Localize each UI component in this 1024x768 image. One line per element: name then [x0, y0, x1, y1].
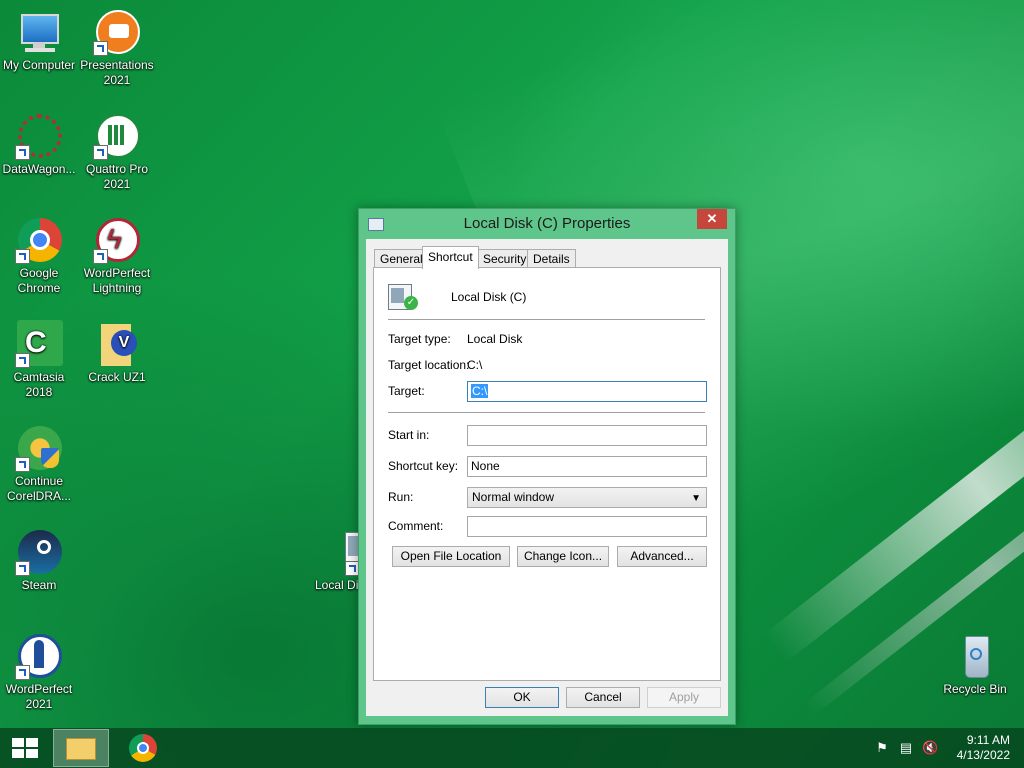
run-select-value: Normal window: [472, 490, 555, 504]
volume-muted-icon[interactable]: 🔇: [922, 740, 938, 756]
ok-button[interactable]: OK: [485, 687, 559, 708]
target-label: Target:: [388, 384, 425, 398]
target-location-value: C:\: [467, 358, 483, 372]
desktop-icon-label: Continue CorelDRA...: [6, 474, 71, 503]
target-type-value: Local Disk: [467, 332, 523, 346]
desktop-icon-my-computer[interactable]: My Computer: [0, 8, 78, 73]
divider: [388, 412, 705, 413]
comment-input[interactable]: [467, 516, 707, 537]
divider: [388, 319, 705, 320]
desktop-icon-wordperfect[interactable]: WordPerfect 2021: [0, 632, 78, 712]
tab-shortcut[interactable]: Shortcut: [422, 246, 479, 269]
clock-date: 4/13/2022: [956, 748, 1010, 762]
shortcut-tab-panel: ✓ Local Disk (C) Target type: Local Disk…: [373, 267, 721, 681]
presentations-icon: [93, 8, 141, 56]
chevron-down-icon: ▼: [691, 493, 701, 504]
coreldraw-setup-icon: [15, 424, 63, 472]
dialog-title-bar[interactable]: Local Disk (C) Properties ✕: [359, 209, 735, 239]
camtasia-icon: C: [15, 320, 63, 368]
desktop-icon-recycle-bin[interactable]: Recycle Bin: [936, 632, 1014, 697]
cancel-button[interactable]: Cancel: [566, 687, 640, 708]
dialog-title: Local Disk (C) Properties: [463, 215, 631, 232]
desktop-icon-label: WordPerfect 2021: [5, 682, 73, 711]
desktop-icon-datawagon[interactable]: DataWagon...: [0, 112, 78, 177]
shortcut-key-label: Shortcut key:: [388, 459, 459, 473]
start-in-label: Start in:: [388, 428, 430, 442]
desktop-icon-label: Presentations 2021: [80, 58, 154, 87]
taskbar: ⚑ ▤ 🔇 9:11 AM 4/13/2022: [0, 728, 1024, 768]
desktop-icon-label: DataWagon...: [2, 162, 76, 176]
datawagon-icon: [15, 112, 63, 160]
desktop-icon-camtasia[interactable]: C Camtasia 2018: [0, 320, 78, 400]
shortcut-key-input[interactable]: None: [467, 456, 707, 477]
tab-details[interactable]: Details: [527, 249, 576, 268]
quattro-pro-icon: [93, 112, 141, 160]
tab-general[interactable]: General: [374, 249, 429, 268]
system-clock[interactable]: 9:11 AM 4/13/2022: [957, 733, 1010, 763]
target-location-label: Target location:: [388, 358, 470, 372]
dialog-client-area: General Shortcut Security Details ✓ Loca…: [366, 239, 728, 716]
recycle-bin-icon: [951, 632, 999, 680]
taskbar-file-explorer[interactable]: [53, 729, 109, 767]
windows-logo-icon: [12, 738, 38, 758]
desktop-icon-label: Recycle Bin: [943, 682, 1007, 696]
desktop-icon-wordperfect-lightning[interactable]: ϟ WordPerfect Lightning: [78, 216, 156, 296]
taskbar-chrome[interactable]: [116, 729, 172, 767]
comment-label: Comment:: [388, 519, 444, 533]
desktop-icon-label: My Computer: [2, 58, 76, 72]
properties-dialog: Local Disk (C) Properties ✕ General Shor…: [358, 208, 736, 725]
target-input[interactable]: C:\: [467, 381, 707, 402]
computer-icon: [15, 8, 63, 56]
clock-time: 9:11 AM: [966, 733, 1010, 747]
apply-button[interactable]: Apply: [647, 687, 721, 708]
action-center-flag-icon[interactable]: ⚑: [874, 740, 890, 756]
desktop-icon-presentations[interactable]: Presentations 2021: [78, 8, 156, 88]
advanced-button[interactable]: Advanced...: [617, 546, 707, 567]
close-button[interactable]: ✕: [697, 209, 727, 229]
desktop-icon-label: Crack UZ1: [88, 370, 146, 384]
desktop-icon-label: Quattro Pro 2021: [85, 162, 149, 191]
start-in-input[interactable]: [467, 425, 707, 446]
run-label: Run:: [388, 490, 414, 504]
target-type-label: Target type:: [388, 332, 451, 346]
desktop-icon-crack-uz1[interactable]: V Crack UZ1: [78, 320, 156, 385]
desktop-icon-label: Google Chrome: [17, 266, 61, 295]
drive-icon: ✓: [388, 282, 418, 312]
chrome-icon: [15, 216, 63, 264]
desktop-icon-label: WordPerfect Lightning: [83, 266, 151, 295]
desktop-icon-label: Steam: [21, 578, 57, 592]
desktop-icon-steam[interactable]: Steam: [0, 528, 78, 593]
tab-security[interactable]: Security: [477, 249, 533, 268]
folder-icon: [66, 738, 96, 760]
start-button[interactable]: [0, 729, 56, 767]
steam-icon: [15, 528, 63, 576]
wordperfect-lightning-icon: ϟ: [93, 216, 141, 264]
wordperfect-icon: [15, 632, 63, 680]
desktop-icon-label: Camtasia 2018: [13, 370, 65, 399]
change-icon-button[interactable]: Change Icon...: [517, 546, 609, 567]
desktop-icon-quattro-pro[interactable]: Quattro Pro 2021: [78, 112, 156, 192]
shortcut-name: Local Disk (C): [451, 290, 527, 304]
run-select[interactable]: Normal window ▼: [467, 487, 707, 508]
network-icon[interactable]: ▤: [898, 740, 914, 756]
chrome-icon-center: [137, 742, 149, 754]
desktop-icon-google-chrome[interactable]: Google Chrome: [0, 216, 78, 296]
target-input-value: C:\: [471, 384, 489, 398]
folder-icon: V: [93, 320, 141, 368]
desktop-icon-continue-coreldraw[interactable]: Continue CorelDRA...: [0, 424, 78, 504]
open-file-location-button[interactable]: Open File Location: [392, 546, 510, 567]
